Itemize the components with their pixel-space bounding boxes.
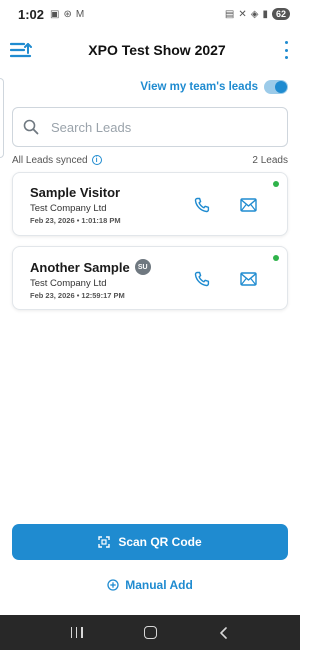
system-nav-bar xyxy=(0,615,300,650)
wifi-icon: ◈ xyxy=(250,8,259,20)
back-icon[interactable] xyxy=(218,626,230,639)
manual-add-label: Manual Add xyxy=(125,578,193,592)
signal-icon: ▮ xyxy=(262,8,268,20)
manual-add-button[interactable]: Manual Add xyxy=(0,576,300,594)
status-time: 1:02 xyxy=(18,6,45,22)
gmail-icon: M xyxy=(75,8,85,20)
scan-qr-icon xyxy=(98,536,111,548)
lead-name-row: Sample Visitor xyxy=(30,185,121,200)
status-icons-right: ▤ ✕ ◈ ▮ 62 xyxy=(225,8,290,20)
lead-company: Test Company Ltd xyxy=(30,278,107,289)
page-title: XPO Test Show 2027 xyxy=(88,42,226,58)
online-status-dot xyxy=(273,255,279,261)
team-leads-row: View my team's leads xyxy=(140,78,288,96)
lead-info: Another Sample SU Test Company Ltd Feb 2… xyxy=(30,259,151,300)
scan-qr-label: Scan QR Code xyxy=(118,535,202,549)
lead-name: Sample Visitor xyxy=(30,185,121,200)
search-icon xyxy=(23,119,39,135)
lead-card[interactable]: Another Sample SU Test Company Ltd Feb 2… xyxy=(12,246,288,310)
lead-date: Feb 23, 2026 • 12:59:17 PM xyxy=(30,291,125,300)
info-icon[interactable]: i xyxy=(91,155,102,165)
menu-icon[interactable] xyxy=(10,41,32,59)
screen-record-icon: ▣ xyxy=(50,8,60,20)
cast-icon: ▤ xyxy=(224,8,235,20)
mail-icon[interactable] xyxy=(240,272,257,286)
toggle-knob xyxy=(275,81,287,93)
edge-panel-handle[interactable] xyxy=(0,78,4,158)
battery-indicator: 62 xyxy=(271,8,290,20)
sync-status-row: All Leads synced i 2 Leads xyxy=(12,153,288,167)
call-icon[interactable] xyxy=(194,271,210,287)
lead-info: Sample Visitor Test Company Ltd Feb 23, … xyxy=(30,185,121,225)
search-input[interactable] xyxy=(51,119,287,135)
more-options-icon[interactable] xyxy=(282,41,290,59)
status-bar: 1:02 ▣ ⊛ M ▤ ✕ ◈ ▮ 62 xyxy=(0,0,300,28)
online-status-dot xyxy=(273,181,279,187)
leads-count: 2 Leads xyxy=(252,154,288,166)
call-icon[interactable] xyxy=(194,197,210,213)
scan-qr-button[interactable]: Scan QR Code xyxy=(12,524,288,560)
team-leads-label: View my team's leads xyxy=(140,81,258,93)
sync-status-text: All Leads synced xyxy=(12,154,88,166)
sync-icon: ⊛ xyxy=(63,8,72,20)
lead-card[interactable]: Sample Visitor Test Company Ltd Feb 23, … xyxy=(12,172,288,236)
search-box[interactable] xyxy=(12,107,288,147)
home-icon[interactable] xyxy=(143,626,157,639)
user-initials-badge: SU xyxy=(134,259,151,275)
lead-name: Another Sample xyxy=(30,259,130,275)
lead-date: Feb 23, 2026 • 1:01:18 PM xyxy=(30,216,121,225)
lead-name-row: Another Sample SU xyxy=(30,259,151,275)
mail-icon[interactable] xyxy=(240,198,257,212)
status-icons-left: ▣ ⊛ M xyxy=(50,9,84,20)
app-header: XPO Test Show 2027 xyxy=(0,36,300,64)
mute-icon: ✕ xyxy=(238,8,247,20)
team-leads-toggle[interactable] xyxy=(264,80,288,94)
plus-circle-icon xyxy=(107,579,119,591)
lead-company: Test Company Ltd xyxy=(30,203,107,214)
recents-icon[interactable] xyxy=(70,627,83,638)
